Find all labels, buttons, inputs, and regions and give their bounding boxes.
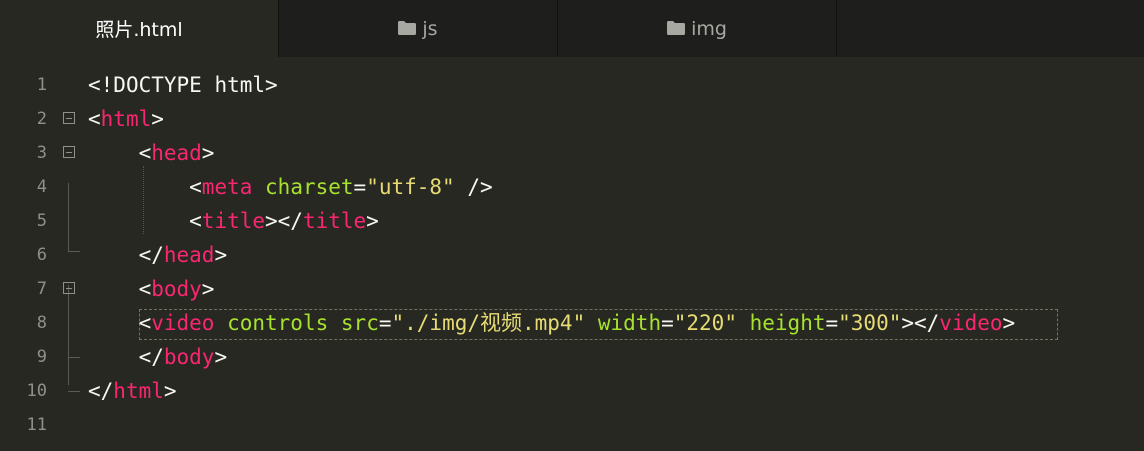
code-token: head [151, 141, 202, 165]
line-number: 7 [36, 279, 47, 299]
code-token: html [100, 107, 152, 131]
line-number: 8 [36, 313, 47, 333]
code-token: </ [88, 345, 164, 369]
line-number: 6 [36, 245, 47, 265]
code-token: charset [265, 175, 354, 199]
code-token: > [151, 107, 164, 131]
code-token: video [151, 311, 215, 335]
code-token: src [340, 311, 379, 335]
tab-img[interactable]: img [558, 0, 837, 57]
code-token: "./img/视频.mp4" [391, 311, 586, 335]
code-line[interactable]: 10 </html> [0, 374, 1144, 408]
code-token: "utf-8" [366, 175, 455, 199]
code-token: < [88, 175, 202, 199]
line-number: 2 [36, 109, 47, 129]
code-token: = [661, 311, 674, 335]
fold-toggle-icon[interactable] [63, 282, 75, 294]
code-line[interactable]: 2 <html> [0, 102, 1144, 136]
code-line[interactable]: 1 <!DOCTYPE html> [0, 68, 1144, 102]
code-token: < [88, 277, 152, 301]
code-token: > [163, 379, 177, 403]
line-number: 11 [26, 415, 47, 435]
code-token: > [214, 345, 228, 369]
code-token: html [113, 379, 164, 403]
fold-toggle-icon[interactable] [63, 146, 75, 158]
tab-label: js [422, 17, 438, 40]
line-number: 10 [26, 381, 47, 401]
code-token: head [163, 243, 215, 267]
tab-bar: 照片.html js img [0, 0, 1144, 57]
code-line[interactable]: 9 </body> [0, 340, 1144, 374]
line-number: 1 [36, 75, 47, 95]
code-token: ></ [265, 209, 303, 233]
code-token: width [597, 311, 662, 335]
folder-icon [398, 18, 417, 40]
code-line[interactable]: 7 <body> [0, 272, 1144, 306]
code-line[interactable]: 6 </head> [0, 238, 1144, 272]
code-token: < [88, 141, 152, 165]
code-token: "300" [838, 311, 902, 335]
code-text: <!DOCTYPE html> [88, 68, 278, 102]
code-text: <meta charset="utf-8" /> [88, 170, 493, 204]
code-token: < [88, 209, 202, 233]
code-token: > [366, 209, 379, 233]
code-token: body [151, 277, 202, 301]
code-token: <! [88, 73, 114, 97]
code-token: < [88, 107, 101, 131]
tab-label: img [691, 17, 727, 40]
code-token: meta [201, 175, 253, 199]
code-editor[interactable]: 1 <!DOCTYPE html> 2 <html> 3 <head> 4 <meta c… [0, 57, 1144, 451]
code-token: > [214, 243, 228, 267]
code-token: > [265, 73, 278, 97]
code-token: > [1002, 311, 1016, 335]
code-token: </ [88, 243, 164, 267]
code-text: <html> [88, 102, 164, 136]
code-text: </body> [88, 340, 228, 374]
code-token: /> [454, 175, 493, 199]
code-text: </html> [88, 374, 177, 408]
fold-toggle-icon[interactable] [63, 112, 75, 124]
code-text: </head> [88, 238, 228, 272]
folder-icon [667, 18, 686, 40]
code-token: = [378, 311, 392, 335]
code-line[interactable]: 11 [0, 408, 1144, 442]
code-text: <body> [88, 272, 215, 306]
code-text: <title></title> [88, 204, 379, 238]
code-token: video [939, 311, 1003, 335]
tab-photo-html[interactable]: 照片.html [0, 0, 279, 57]
code-text: <video controls src="./img/视频.mp4" width… [88, 306, 1016, 340]
code-token: title [201, 209, 266, 233]
code-token: body [163, 345, 215, 369]
code-line[interactable]: 8 <video controls src="./img/视频.mp4" wid… [0, 306, 1144, 340]
code-token: DOCTYPE html [113, 73, 266, 97]
code-token: </ [88, 379, 114, 403]
code-line[interactable]: 3 <head> [0, 136, 1144, 170]
code-token: > [201, 141, 215, 165]
code-token: "220" [673, 311, 737, 335]
code-token: = [825, 311, 839, 335]
tab-js[interactable]: js [279, 0, 558, 57]
line-number: 3 [36, 143, 47, 163]
code-token: < [88, 311, 152, 335]
code-line[interactable]: 4 <meta charset="utf-8" /> [0, 170, 1144, 204]
code-token: ></ [901, 311, 940, 335]
code-token: > [201, 277, 215, 301]
line-number: 5 [36, 211, 47, 231]
tab-label: 照片.html [95, 19, 183, 41]
tab-empty [837, 0, 1144, 57]
code-token: title [302, 209, 367, 233]
line-number: 9 [36, 347, 47, 367]
line-number: 4 [36, 177, 47, 197]
code-line[interactable]: 5 <title></title> [0, 204, 1144, 238]
code-text: <head> [88, 136, 215, 170]
code-token: height [749, 311, 826, 335]
code-token: controls [227, 311, 329, 335]
code-token: = [353, 175, 367, 199]
